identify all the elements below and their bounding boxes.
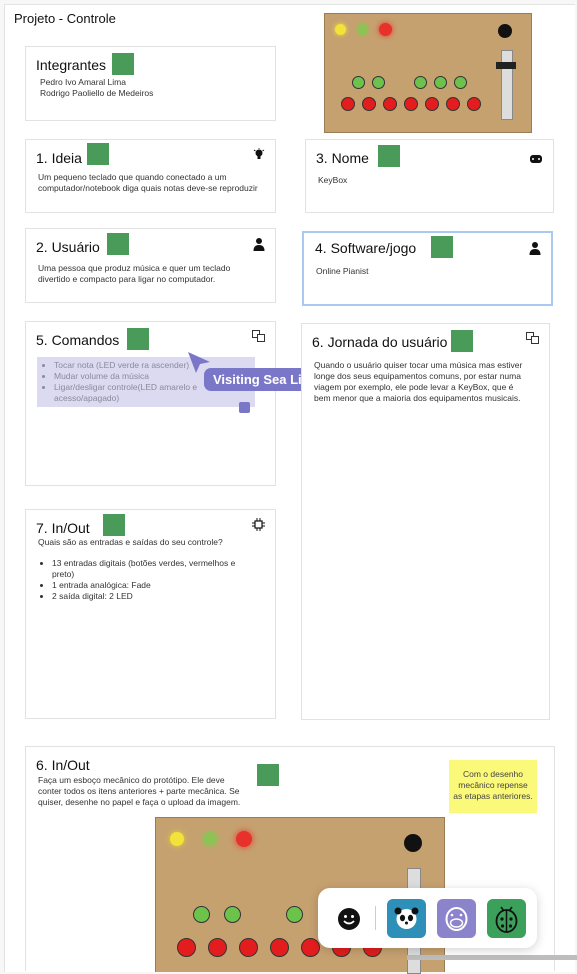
green-button — [414, 76, 427, 89]
placeholder-square — [112, 53, 134, 75]
card-question: Quais são as entradas e saídas do seu co… — [38, 537, 223, 547]
lightbulb-icon — [253, 148, 265, 165]
red-button — [446, 97, 460, 111]
green-button — [286, 906, 303, 923]
panda-icon[interactable] — [387, 899, 426, 938]
green-button — [434, 76, 447, 89]
red-button — [383, 97, 397, 111]
red-button — [467, 97, 481, 111]
card-nome[interactable]: 3. Nome KeyBox — [305, 139, 554, 213]
fader-knob — [496, 62, 516, 69]
placeholder-square — [431, 236, 453, 258]
user-icon — [529, 241, 541, 258]
placeholder-square — [451, 330, 473, 352]
card-title: Integrantes — [36, 57, 107, 73]
card-title: 2. Usuário — [36, 239, 100, 255]
black-button — [498, 24, 512, 38]
placeholder-square — [107, 233, 129, 255]
card-title: 3. Nome — [316, 150, 369, 166]
placeholder-square — [87, 143, 109, 165]
gamepad-icon — [529, 154, 543, 167]
card-usuario[interactable]: 2. Usuário Uma pessoa que produz música … — [25, 228, 276, 303]
card-text: Faça um esboço mecânico do protótipo. El… — [38, 775, 241, 807]
green-button — [454, 76, 467, 89]
card-text: Online Pianist — [316, 266, 369, 276]
yellow-led — [170, 832, 184, 846]
card-text: Uma pessoa que produz música e quer um t… — [38, 263, 231, 284]
card-text: Um pequeno teclado que quando conectado … — [38, 172, 258, 193]
card-title: 1. Ideia — [36, 150, 82, 166]
card-title: 6. Jornada do usuário — [312, 334, 448, 350]
smiley-icon[interactable] — [337, 907, 361, 936]
red-led — [236, 831, 252, 847]
horizontal-scrollbar[interactable] — [407, 955, 577, 960]
red-button — [177, 938, 196, 957]
placeholder-square — [378, 145, 400, 167]
green-button — [193, 906, 210, 923]
prototype-photo-top[interactable] — [324, 13, 532, 133]
green-led — [203, 832, 217, 846]
red-button — [404, 97, 418, 111]
red-button — [270, 938, 289, 957]
card-integrantes[interactable]: Integrantes Pedro Ivo Amaral Lima Rodrig… — [25, 46, 276, 121]
green-button — [352, 76, 365, 89]
member-name: Rodrigo Paoliello de Medeiros — [40, 88, 154, 98]
card-jornada[interactable]: 6. Jornada do usuário Quando o usuário q… — [301, 323, 550, 720]
placeholder-square — [127, 328, 149, 350]
green-button — [224, 906, 241, 923]
red-button — [425, 97, 439, 111]
card-software-jogo[interactable]: 4. Software/jogo Online Pianist — [302, 231, 553, 306]
card-text: KeyBox — [318, 175, 348, 185]
placeholder-square — [257, 764, 279, 786]
card-title: 6. In/Out — [36, 757, 90, 773]
page-title: Projeto - Controle — [14, 11, 116, 26]
hippo-icon[interactable] — [437, 899, 476, 938]
card-title: 5. Comandos — [36, 332, 120, 348]
fader-slider — [501, 50, 513, 120]
red-button — [239, 938, 258, 957]
comment-icon[interactable] — [239, 402, 250, 413]
red-button — [341, 97, 355, 111]
red-led — [379, 23, 392, 36]
card-in-out[interactable]: 7. In/Out Quais são as entradas e saídas… — [25, 509, 276, 719]
io-list: 13 entradas digitais (botões verdes, ver… — [40, 558, 255, 602]
card-ideia[interactable]: 1. Ideia Um pequeno teclado que quando c… — [25, 139, 276, 213]
placeholder-square — [103, 514, 125, 536]
black-button — [404, 834, 422, 852]
user-icon — [253, 237, 265, 254]
green-button — [372, 76, 385, 89]
red-button — [208, 938, 227, 957]
red-button — [301, 938, 320, 957]
card-title: 4. Software/jogo — [315, 240, 417, 256]
yellow-led — [335, 24, 346, 35]
translate-icon — [252, 330, 265, 345]
list-item: 2 saída digital: 2 LED — [52, 591, 255, 602]
green-led — [357, 24, 368, 35]
ladybug-icon[interactable] — [487, 899, 526, 938]
translate-icon — [526, 332, 539, 347]
card-comandos[interactable]: 5. Comandos Tocar nota (LED verde ra asc… — [25, 321, 276, 486]
toolbar-divider — [375, 906, 376, 930]
sticky-note[interactable]: Com o desenho mecânico repense as etapas… — [449, 760, 537, 813]
red-button — [362, 97, 376, 111]
chip-icon — [252, 518, 265, 534]
list-item: 13 entradas digitais (botões verdes, ver… — [52, 558, 255, 580]
reaction-toolbar — [318, 888, 537, 948]
list-item: 1 entrada analógica: Fade — [52, 580, 255, 591]
card-text: Quando o usuário quiser tocar uma música… — [314, 360, 523, 403]
member-name: Pedro Ivo Amaral Lima — [40, 77, 126, 87]
card-title: 7. In/Out — [36, 520, 90, 536]
